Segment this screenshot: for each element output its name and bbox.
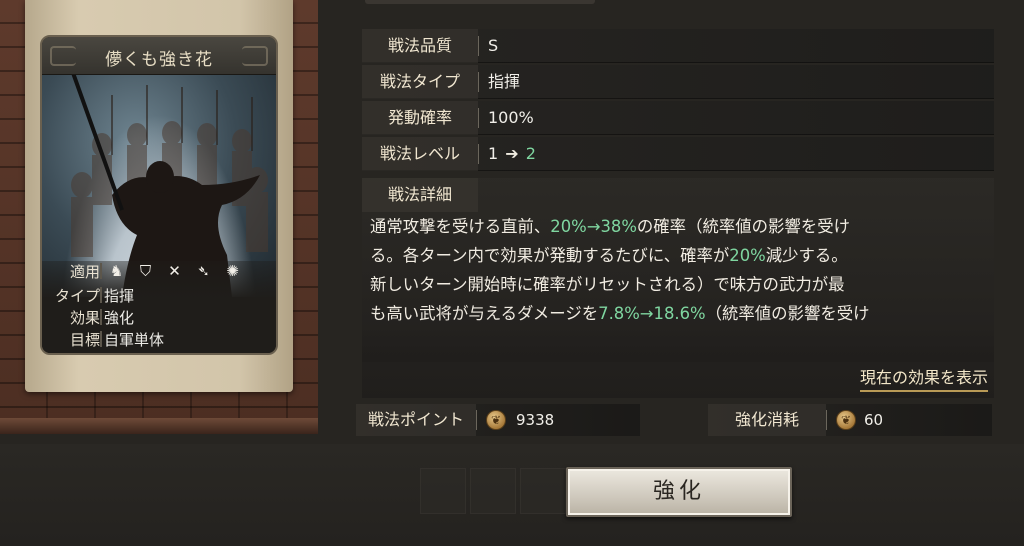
stat-divider (478, 36, 479, 56)
attr-key: タイプ (54, 287, 100, 305)
wheel-icon: ✺ (226, 262, 239, 280)
tactic-point-coin-icon: ❦ (836, 410, 856, 430)
stat-label: 戦法レベル (362, 137, 478, 171)
stat-row-type: 戦法タイプ 指揮 (362, 65, 994, 99)
detail-fade-overlay (362, 328, 994, 362)
stat-value: 100% (488, 108, 534, 127)
cost-value: 60 (864, 411, 884, 429)
arrow-right-icon: ➔ (505, 144, 519, 163)
detail-text-segment: も高い武将が与えるダメージを (370, 304, 599, 323)
attr-value: 自軍単体 (104, 331, 165, 349)
card-title: 儚くも強き花 (105, 50, 213, 70)
detail-text-segment: （統率値の影響を受け (705, 304, 870, 323)
attr-key: 効果 (69, 309, 100, 327)
attr-row-target: 目標 自軍単体 (42, 329, 276, 351)
detail-highlight: 7.8%→18.6% (598, 304, 706, 323)
tactic-card: 儚くも強き花 適用 ♞ ⛉ ✕ ➴ ✺ タイプ 指揮 効果 強化 目標 自軍単体 (40, 35, 278, 355)
stat-row-quality: 戦法品質 S (362, 29, 994, 63)
attr-separator (100, 331, 102, 347)
points-value: 9338 (516, 411, 555, 429)
detail-highlight: 20% (729, 246, 766, 265)
detail-text-segment: 減少する。 (765, 246, 848, 265)
attr-value: 指揮 (104, 287, 135, 305)
spear-icon: ➴ (197, 262, 210, 280)
tactic-point-coin-icon: ❦ (486, 410, 506, 430)
show-current-effect-link[interactable]: 現在の効果を表示 (859, 364, 988, 392)
attr-key: 適用 (69, 263, 100, 281)
points-divider (476, 410, 477, 430)
detail-line: る。各ターン内で効果が発動するたびに、確率が20%減少する。 (370, 241, 990, 270)
card-title-bar: 儚くも強き花 (42, 37, 276, 75)
attr-row-effect: 効果 強化 (42, 307, 276, 329)
level-from: 1 (488, 144, 499, 163)
stat-row-rate: 発動確率 100% (362, 101, 994, 135)
upgrade-button[interactable]: 強化 (566, 467, 792, 517)
top-decoration (365, 0, 595, 4)
attr-value: 強化 (104, 309, 135, 327)
tactic-detail-panel: 戦法詳細 通常攻撃を受ける直前、20%→38%の確率（統率値の影響を受け る。各… (362, 178, 994, 398)
detail-label: 戦法詳細 (362, 178, 478, 212)
detail-highlight: 20%→38% (550, 217, 637, 236)
cavalry-icon: ♞ (109, 262, 124, 280)
shield-icon: ⛉ (139, 262, 152, 280)
stat-value-level: 1 ➔ 2 (488, 137, 536, 171)
detail-line: 通常攻撃を受ける直前、20%→38%の確率（統率値の影響を受け (370, 212, 990, 241)
level-to: 2 (525, 144, 536, 163)
stat-divider (478, 108, 479, 128)
faded-tile (520, 468, 566, 514)
stat-divider (478, 72, 479, 92)
faded-tile (470, 468, 516, 514)
stat-value: S (488, 36, 499, 55)
cost-divider (826, 410, 827, 430)
detail-text-segment: の確率（統率値の影響を受け (636, 217, 850, 236)
wall-ledge (0, 418, 318, 434)
tactic-points-row: 戦法ポイント ❦ 9338 (356, 404, 640, 436)
apply-icons: ♞ ⛉ ✕ ➴ ✺ (106, 262, 243, 281)
detail-line: 新しいターン開始時に確率がリセットされる）で味方の武力が最 (370, 275, 845, 294)
points-label: 戦法ポイント (356, 404, 476, 436)
attr-separator (100, 287, 102, 303)
detail-text-segment: 通常攻撃を受ける直前、 (370, 217, 551, 236)
attr-separator (100, 263, 102, 279)
stat-label: 戦法タイプ (362, 65, 478, 99)
stat-row-level: 戦法レベル 1 ➔ 2 (362, 137, 994, 171)
crossed-weapons-icon: ✕ (168, 262, 181, 280)
stat-label: 戦法品質 (362, 29, 478, 63)
attr-row-apply: 適用 ♞ ⛉ ✕ ➴ ✺ (42, 261, 276, 283)
cost-label: 強化消耗 (708, 404, 826, 436)
stat-label: 発動確率 (362, 101, 478, 135)
attr-separator (100, 309, 102, 325)
detail-text[interactable]: 通常攻撃を受ける直前、20%→38%の確率（統率値の影響を受け る。各ターン内で… (370, 212, 990, 328)
stat-divider (478, 144, 479, 164)
attr-key: 目標 (69, 331, 100, 349)
attr-row-type: タイプ 指揮 (42, 285, 276, 307)
card-attributes: 適用 ♞ ⛉ ✕ ➴ ✺ タイプ 指揮 効果 強化 目標 自軍単体 (42, 261, 276, 353)
upgrade-cost-row: 強化消耗 ❦ 60 (708, 404, 992, 436)
faded-tile (420, 468, 466, 514)
detail-line: も高い武将が与えるダメージを7.8%→18.6%（統率値の影響を受け (370, 299, 990, 328)
detail-text-segment: る。各ターン内で効果が発動するたびに、確率が (370, 246, 730, 265)
stat-value: 指揮 (488, 72, 521, 91)
